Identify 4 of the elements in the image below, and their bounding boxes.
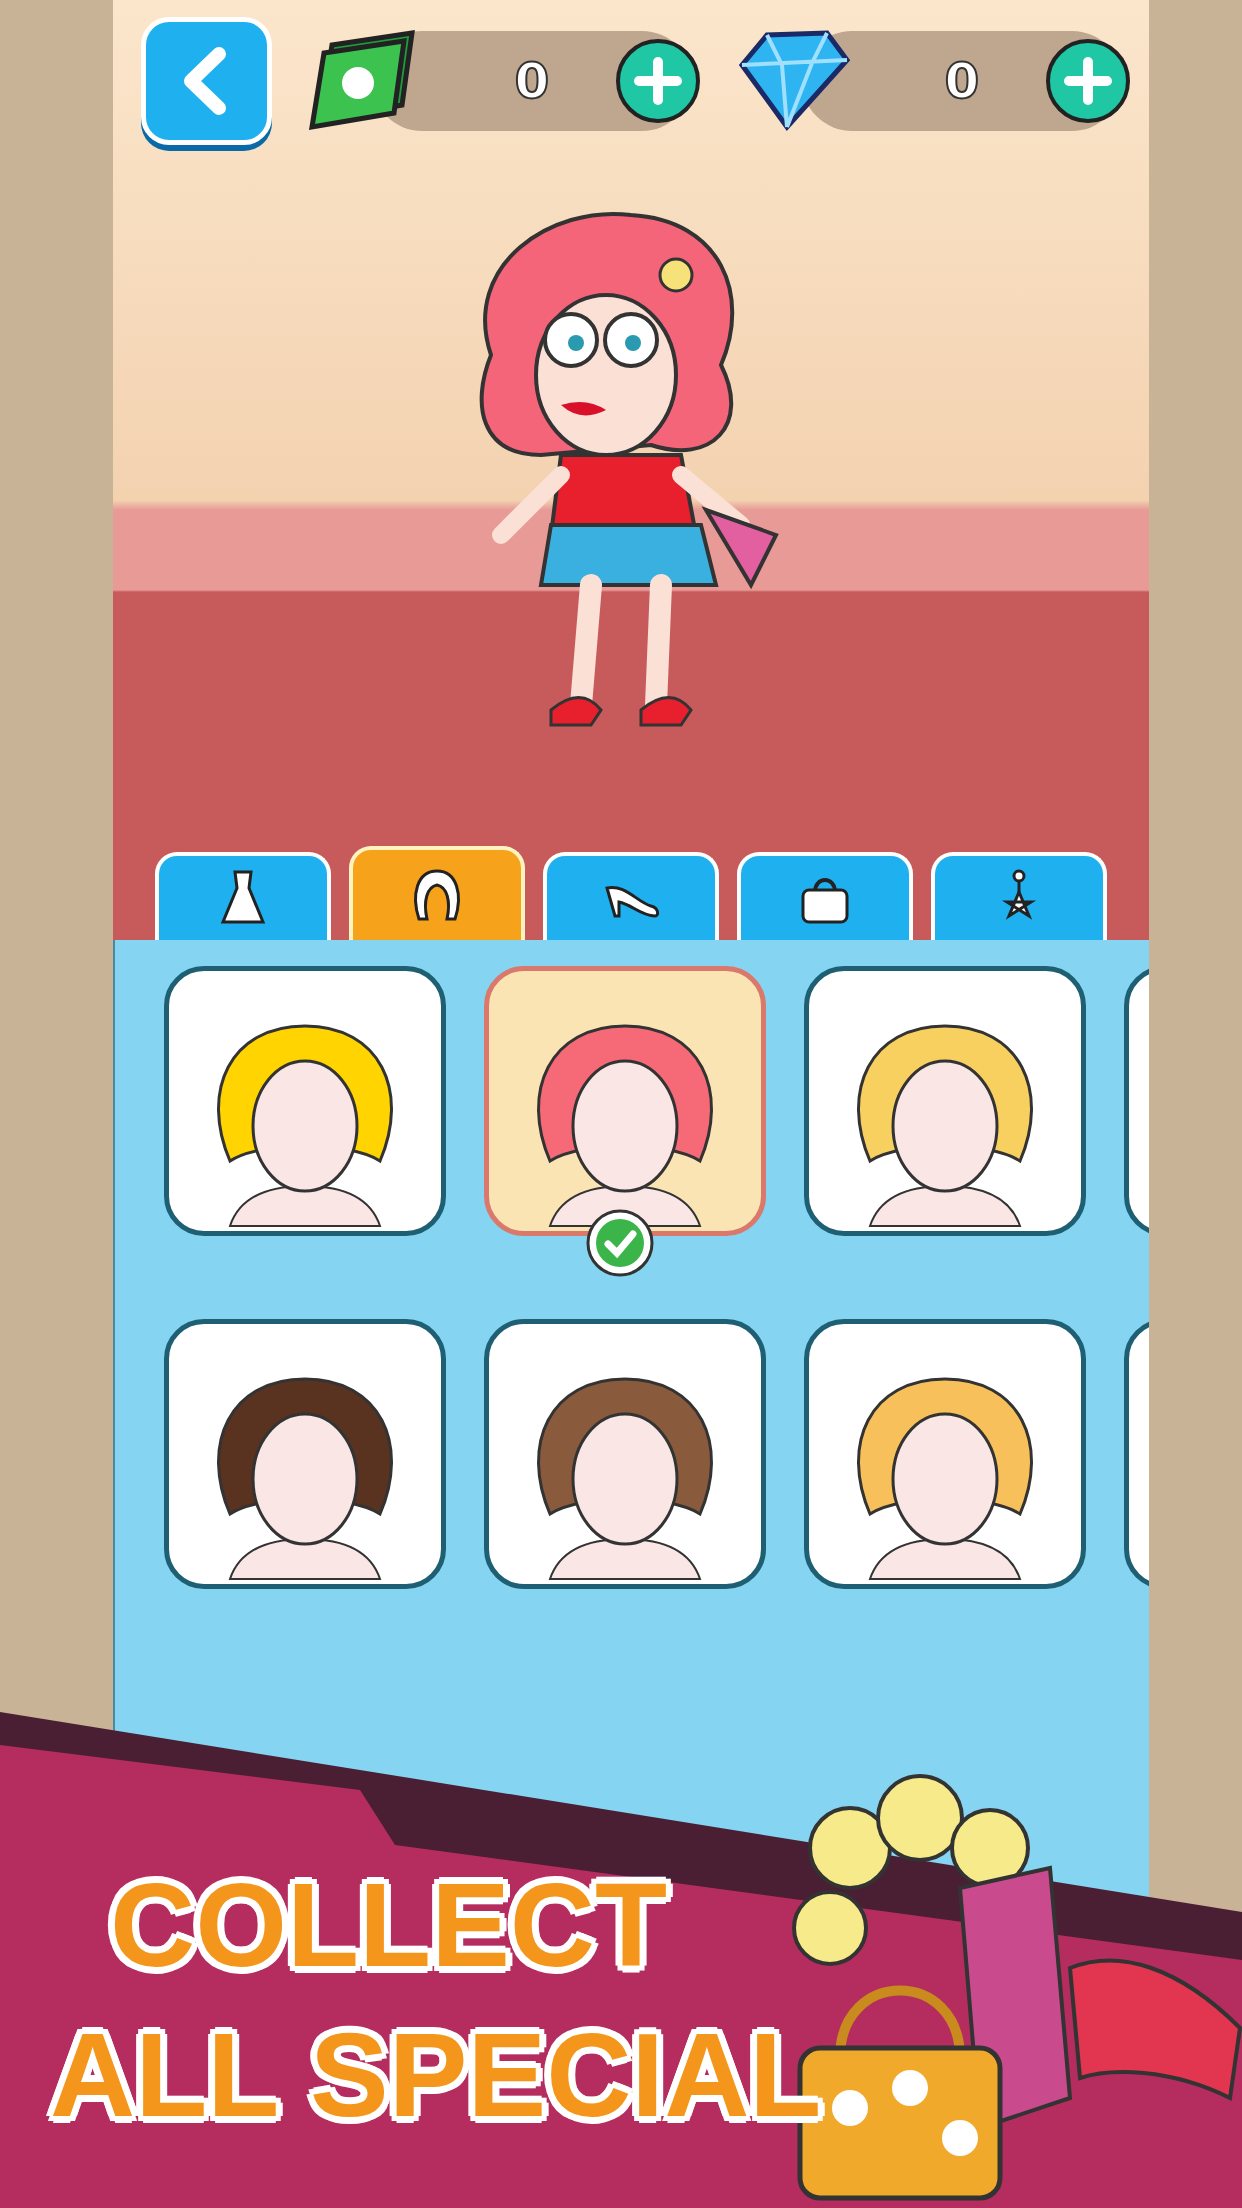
plus-icon xyxy=(1063,56,1113,106)
category-tab[interactable] xyxy=(349,846,525,940)
plus-icon xyxy=(633,56,683,106)
check-icon xyxy=(585,1208,655,1278)
